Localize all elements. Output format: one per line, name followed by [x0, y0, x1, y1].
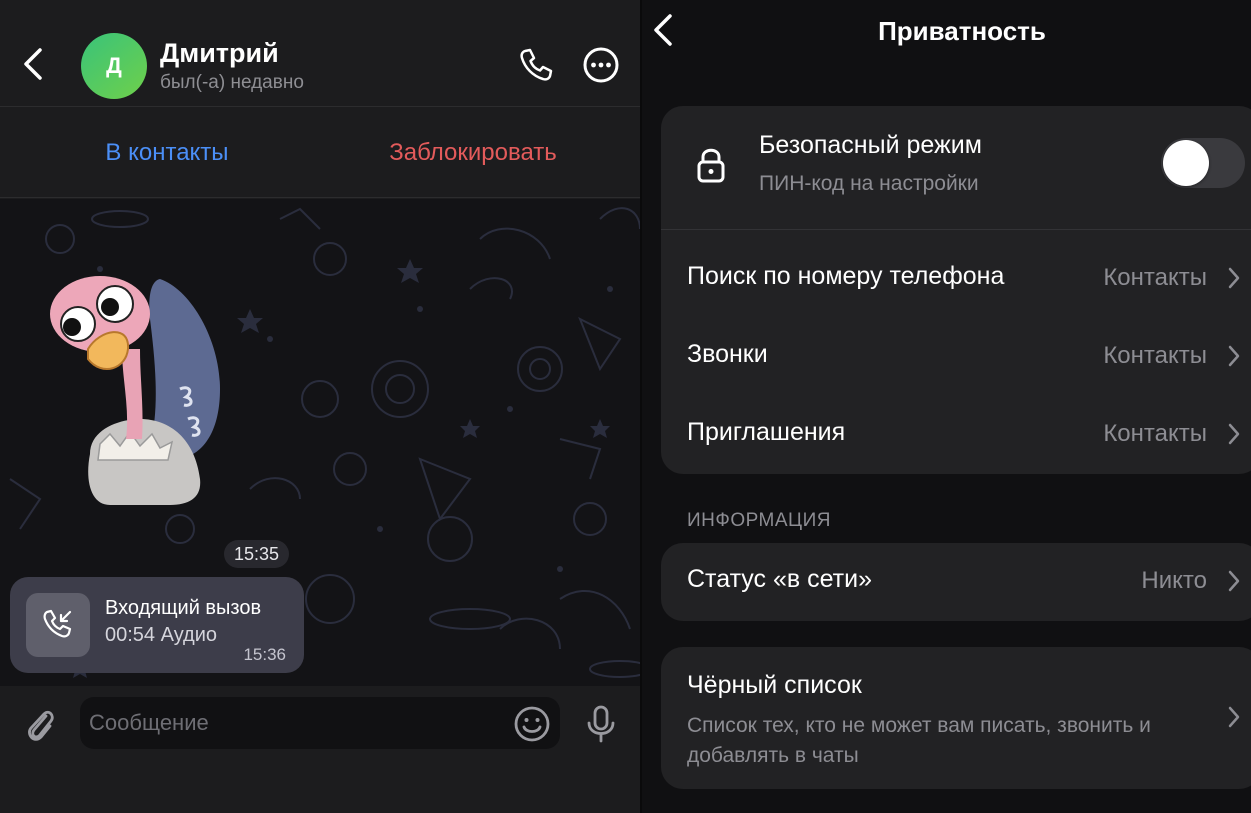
invitations-row[interactable]: Приглашения Контакты	[661, 396, 1251, 474]
info-card: Статус «в сети» Никто	[661, 543, 1251, 621]
safe-mode-subtitle: ПИН-код на настройки	[759, 172, 979, 195]
call-title: Входящий вызов	[105, 597, 262, 619]
sticker-timestamp: 15:35	[224, 540, 290, 568]
contact-action-bar: В контакты Заблокировать	[0, 108, 640, 198]
privacy-settings-screen: Приватность Безопасный режим ПИН-код на …	[642, 0, 1251, 813]
phone-search-row[interactable]: Поиск по номеру телефона Контакты	[661, 240, 1251, 318]
chevron-right-icon	[1228, 570, 1240, 592]
section-header-info: ИНФОРМАЦИЯ	[687, 510, 831, 531]
call-details: 00:54 Аудио	[105, 624, 218, 646]
contact-status: был(-а) недавно	[160, 72, 304, 93]
safe-mode-row[interactable]: Безопасный режим ПИН-код на настройки	[661, 106, 1251, 230]
row-label: Приглашения	[687, 418, 846, 446]
safe-mode-toggle[interactable]	[1161, 138, 1245, 188]
chevron-left-icon	[24, 48, 42, 80]
chevron-right-icon	[1228, 267, 1240, 289]
chevron-right-icon	[1228, 423, 1240, 445]
paperclip-icon	[28, 710, 54, 741]
row-value: Никто	[1141, 567, 1207, 594]
back-button[interactable]	[18, 44, 48, 84]
message-composer	[0, 686, 640, 813]
more-icon	[583, 47, 619, 83]
avatar[interactable]: Д	[81, 33, 147, 99]
microphone-icon	[587, 705, 615, 743]
message-input[interactable]	[80, 697, 560, 749]
privacy-card: Безопасный режим ПИН-код на настройки По…	[661, 106, 1251, 474]
row-value: Контакты	[1103, 264, 1207, 291]
call-icon-box	[26, 593, 90, 657]
emoji-button[interactable]	[513, 705, 551, 743]
chat-screen: Д Дмитрий был(-а) недавно В контакты Заб…	[0, 0, 640, 813]
lock-icon	[697, 148, 725, 183]
blacklist-title: Чёрный список	[687, 671, 862, 699]
block-button[interactable]: Заблокировать	[306, 108, 640, 198]
row-label: Поиск по номеру телефона	[687, 262, 1005, 290]
row-value: Контакты	[1103, 420, 1207, 447]
avatar-initial: Д	[106, 53, 122, 78]
blacklist-description: Список тех, кто не может вам писать, зво…	[687, 714, 1151, 767]
call-button[interactable]	[516, 45, 556, 85]
call-timestamp: 15:36	[243, 645, 286, 664]
more-button[interactable]	[581, 45, 621, 85]
incoming-call-icon	[43, 609, 72, 638]
contact-name[interactable]: Дмитрий	[160, 38, 279, 69]
chevron-right-icon	[1228, 706, 1240, 728]
page-title: Приватность	[878, 16, 1046, 46]
ostrich-sticker[interactable]	[30, 269, 250, 529]
row-value: Контакты	[1103, 342, 1207, 369]
row-label: Статус «в сети»	[687, 565, 872, 593]
message-list[interactable]: 15:35 Входящий вызов 00:54 Аудио 15:36	[0, 199, 640, 686]
safe-mode-title: Безопасный режим	[759, 131, 982, 159]
chevron-right-icon	[1228, 345, 1240, 367]
phone-icon	[520, 48, 553, 81]
chat-header: Д Дмитрий был(-а) недавно	[0, 0, 640, 107]
smiley-icon	[514, 706, 550, 742]
call-message[interactable]: Входящий вызов 00:54 Аудио 15:36	[10, 577, 304, 673]
voice-message-button[interactable]	[583, 704, 619, 744]
toggle-knob	[1163, 140, 1209, 186]
calls-row[interactable]: Звонки Контакты	[661, 318, 1251, 396]
online-status-row[interactable]: Статус «в сети» Никто	[661, 543, 1251, 621]
row-label: Звонки	[687, 340, 768, 368]
add-to-contacts-button[interactable]: В контакты	[0, 108, 334, 198]
attach-button[interactable]	[22, 706, 58, 746]
blacklist-card[interactable]: Чёрный список Список тех, кто не может в…	[661, 647, 1251, 789]
